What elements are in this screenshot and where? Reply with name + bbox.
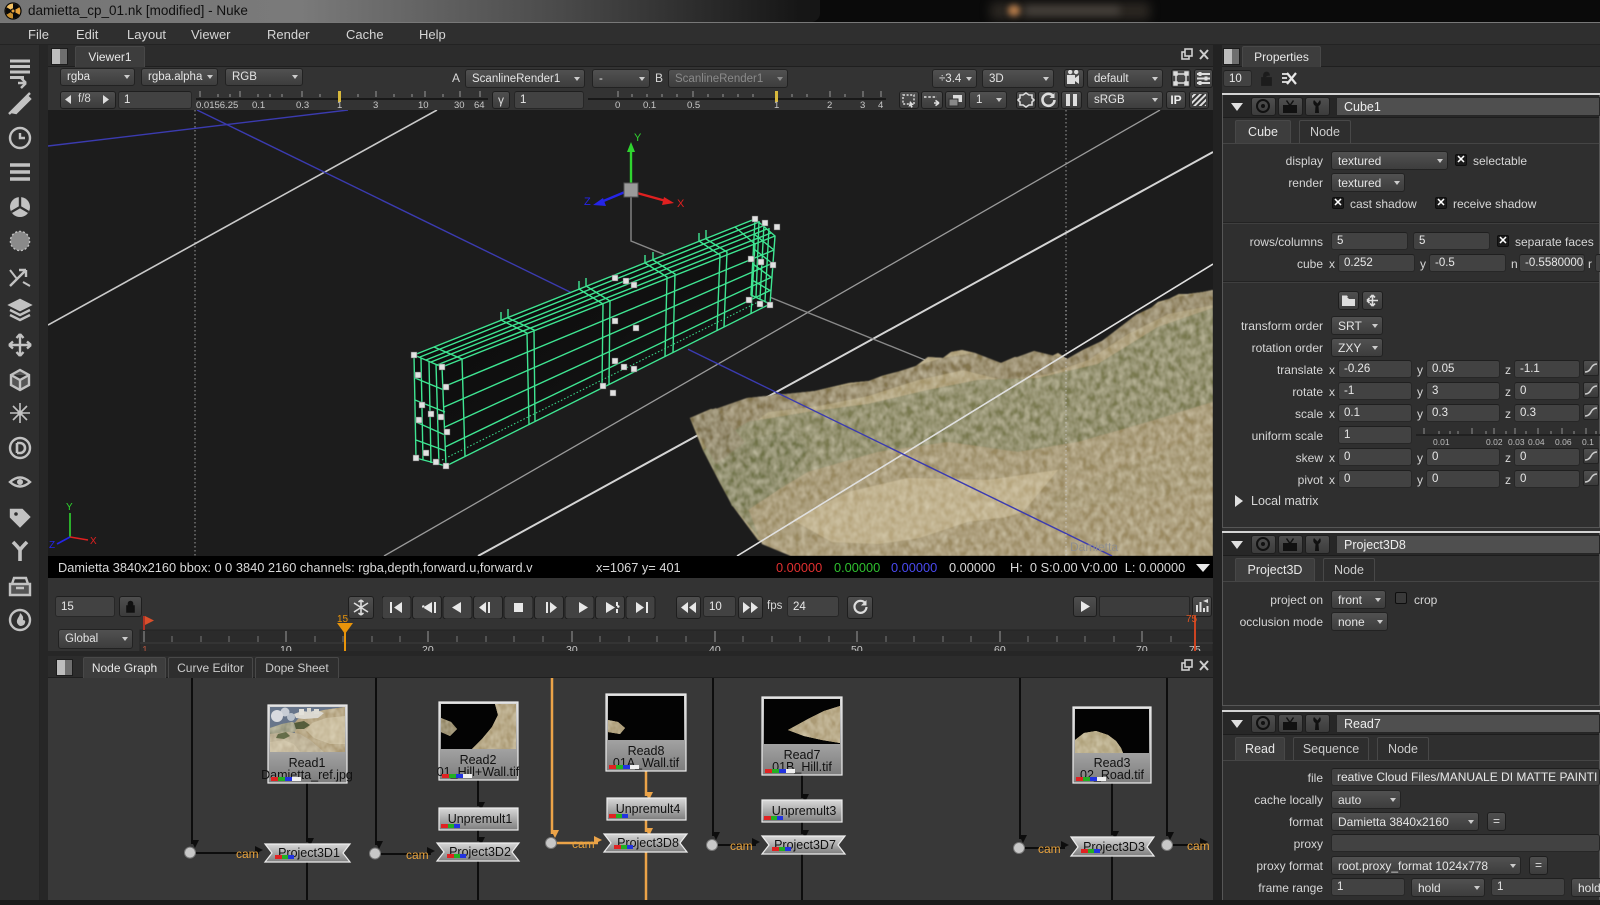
svg-text:cam: cam xyxy=(406,848,429,862)
svg-text:4: 4 xyxy=(878,100,883,110)
svg-text:10: 10 xyxy=(418,100,429,110)
svg-text:Damietta: Damietta xyxy=(1070,540,1118,554)
svg-text:0.03: 0.03 xyxy=(1508,437,1525,447)
svg-text:cam: cam xyxy=(1187,839,1210,853)
svg-text:0.1: 0.1 xyxy=(643,100,656,110)
svg-text:64: 64 xyxy=(474,100,485,110)
svg-text:cam: cam xyxy=(572,837,595,851)
svg-text:0: 0 xyxy=(615,100,620,110)
svg-text:2: 2 xyxy=(827,100,832,110)
svg-text:X: X xyxy=(90,536,97,547)
svg-text:0.1: 0.1 xyxy=(1582,437,1594,447)
svg-text:Unpremult3: Unpremult3 xyxy=(772,804,837,818)
svg-text:Y: Y xyxy=(634,132,642,144)
svg-text:30: 30 xyxy=(454,100,465,110)
svg-text:X: X xyxy=(677,198,685,210)
svg-text:cam: cam xyxy=(730,839,753,853)
svg-text:0.06: 0.06 xyxy=(1555,437,1572,447)
svg-text:1: 1 xyxy=(774,100,779,110)
svg-text:0.5: 0.5 xyxy=(687,100,700,110)
svg-text:Z: Z xyxy=(584,196,591,208)
svg-text:75: 75 xyxy=(1186,614,1198,625)
svg-text:3: 3 xyxy=(860,100,865,110)
svg-text:Unpremult1: Unpremult1 xyxy=(448,812,513,826)
svg-text:Unpremult4: Unpremult4 xyxy=(616,802,681,816)
svg-text:0.1: 0.1 xyxy=(252,100,265,110)
svg-text:3: 3 xyxy=(373,100,378,110)
svg-text:cam: cam xyxy=(1038,842,1061,856)
svg-text:0.3: 0.3 xyxy=(296,100,309,110)
svg-text:Y: Y xyxy=(66,502,73,513)
svg-text:Z: Z xyxy=(49,540,55,551)
svg-text:0.0156.25: 0.0156.25 xyxy=(196,100,238,110)
svg-text:0.04: 0.04 xyxy=(1528,437,1545,447)
svg-text:0.02: 0.02 xyxy=(1486,437,1503,447)
svg-text:15: 15 xyxy=(337,614,349,625)
svg-text:1: 1 xyxy=(337,100,342,110)
svg-text:cam: cam xyxy=(236,847,259,861)
svg-text:0.01: 0.01 xyxy=(1433,437,1450,447)
